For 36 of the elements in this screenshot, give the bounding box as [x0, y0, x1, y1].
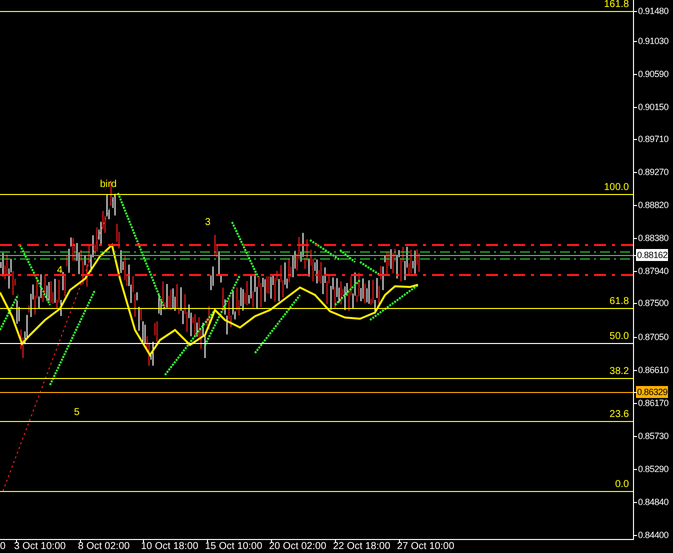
price-label: 0.87500 — [638, 298, 668, 308]
price-label: 0.84400 — [638, 530, 668, 540]
fibonacci-label: 161.8 — [604, 0, 629, 10]
time-label: 15 Oct 10:00 — [205, 542, 262, 552]
price-label: 0.87050 — [638, 332, 668, 342]
wave-label: 4 — [57, 266, 63, 276]
price-label: 0.91480 — [638, 6, 668, 16]
fibonacci-label: 38.2 — [610, 367, 629, 377]
price-label: 0.86170 — [638, 398, 668, 408]
current-price-badge: 0.88162 — [636, 249, 668, 261]
price-label: 0.90150 — [638, 102, 668, 112]
time-label: 22 Oct 18:00 — [333, 542, 390, 552]
price-label: 0.91030 — [638, 36, 668, 46]
wave-label: 5 — [74, 408, 80, 418]
time-label: 10 Oct 18:00 — [141, 542, 198, 552]
price-label: 0.87940 — [638, 266, 668, 276]
price-label: 0.84840 — [638, 497, 668, 507]
fibonacci-label: 61.8 — [610, 297, 629, 307]
price-label: 0.88380 — [638, 233, 668, 243]
price-label: 0.86610 — [638, 365, 668, 375]
wave-label: 3 — [205, 218, 211, 228]
price-label: 0.89710 — [638, 134, 668, 144]
price-label: 0.85730 — [638, 431, 668, 441]
price-label: 0.88820 — [638, 200, 668, 210]
time-label: 0 — [0, 542, 6, 552]
fibonacci-label: 0.0 — [615, 480, 629, 490]
price-label: 0.85290 — [638, 464, 668, 474]
fibonacci-label: 23.6 — [610, 410, 629, 420]
time-label: 20 Oct 02:00 — [269, 542, 326, 552]
fibonacci-label: 50.0 — [610, 332, 629, 342]
time-label: 8 Oct 02:00 — [78, 542, 130, 552]
price-label: 0.89270 — [638, 167, 668, 177]
time-label: 27 Oct 10:00 — [397, 542, 454, 552]
fibonacci-label: 100.0 — [604, 183, 629, 193]
price-label: 0.90590 — [638, 69, 668, 79]
level-price-badge: 0.86329 — [636, 386, 668, 398]
